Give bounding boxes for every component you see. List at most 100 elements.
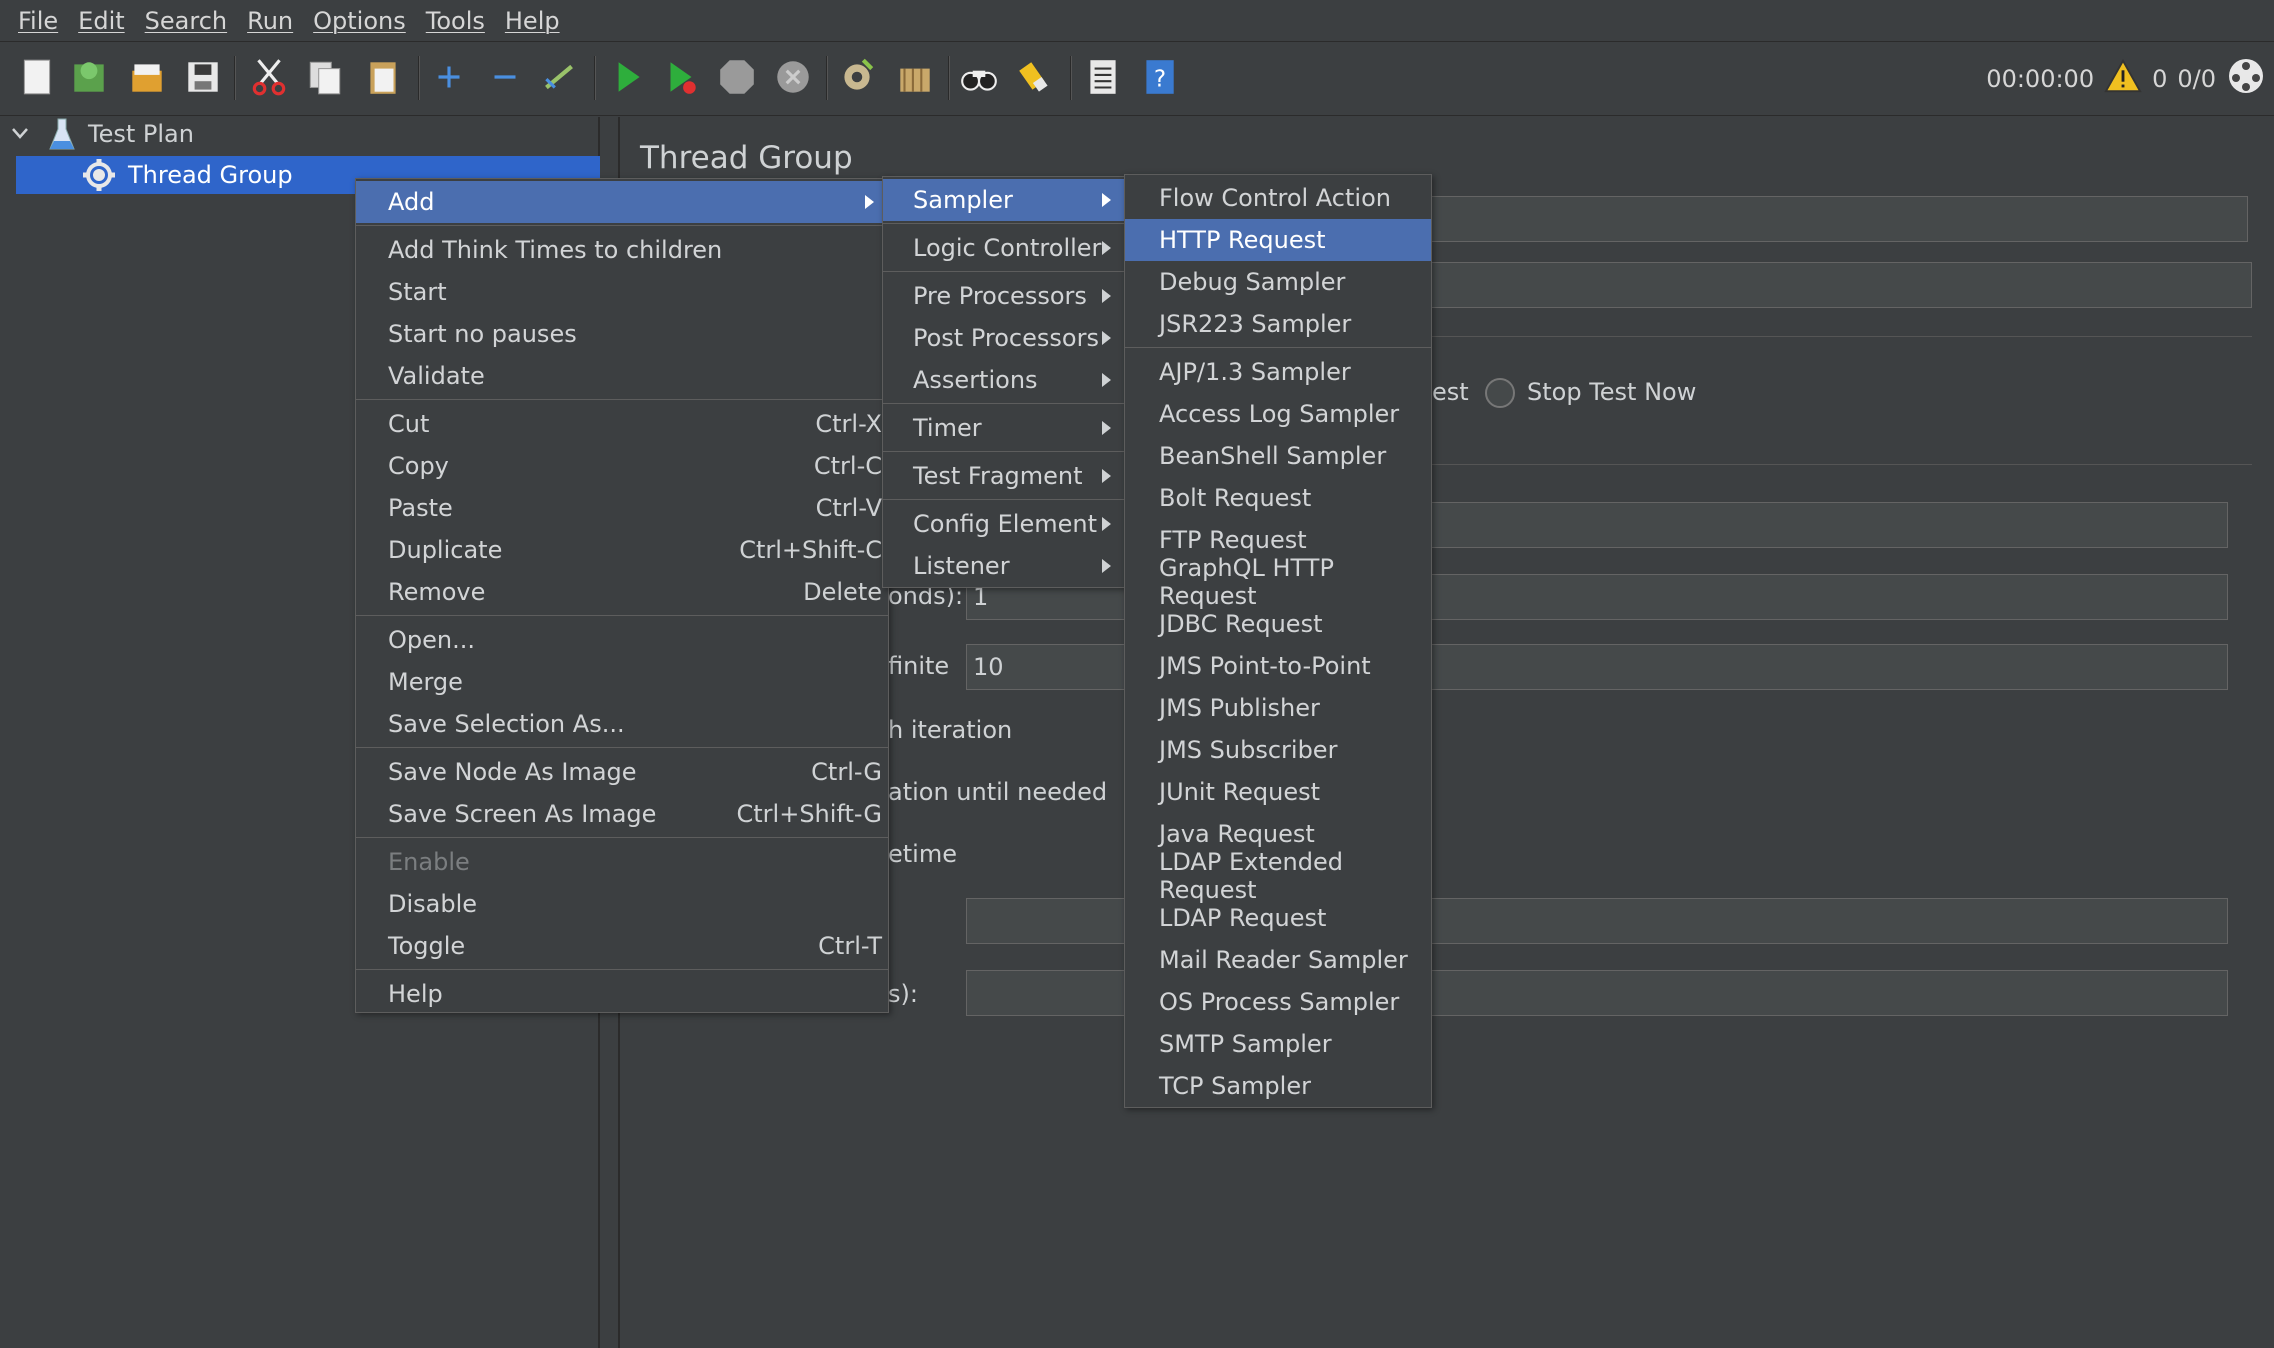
- menu-edit[interactable]: Edit: [68, 7, 134, 35]
- menu-item-toggle[interactable]: Toggle Ctrl-T: [356, 925, 888, 967]
- menu-item-sampler[interactable]: Sampler: [883, 179, 1125, 221]
- menu-item-ldap-request[interactable]: LDAP Request: [1125, 897, 1431, 939]
- comments-field[interactable]: [1400, 262, 2252, 308]
- menu-item-listener[interactable]: Listener: [883, 545, 1125, 587]
- add-submenu: Sampler Logic Controller Pre Processors …: [882, 176, 1126, 588]
- new-icon[interactable]: [14, 54, 60, 100]
- chevron-right-icon: [1102, 373, 1111, 387]
- gear-icon: [82, 158, 116, 198]
- menu-item-mail-reader-sampler[interactable]: Mail Reader Sampler: [1125, 939, 1431, 981]
- clear-all-icon[interactable]: [892, 54, 938, 100]
- clear-icon[interactable]: [834, 54, 880, 100]
- function-helper-icon[interactable]: [1080, 54, 1126, 100]
- menu-item-jms-subscriber[interactable]: JMS Subscriber: [1125, 729, 1431, 771]
- menu-help[interactable]: Help: [495, 7, 570, 35]
- menu-item-smtp-sampler[interactable]: SMTP Sampler: [1125, 1023, 1431, 1065]
- menu-item-junit-request[interactable]: JUnit Request: [1125, 771, 1431, 813]
- menu-item-save-selection[interactable]: Save Selection As...: [356, 703, 888, 745]
- chevron-right-icon: [1102, 193, 1111, 207]
- status-area: 00:00:00 0 0/0: [1986, 56, 2274, 102]
- menu-item-jms-publisher[interactable]: JMS Publisher: [1125, 687, 1431, 729]
- menu-item-os-process-sampler[interactable]: OS Process Sampler: [1125, 981, 1431, 1023]
- menu-item-save-node-image[interactable]: Save Node As Image Ctrl-G: [356, 751, 888, 793]
- remote-icon[interactable]: [2226, 56, 2266, 102]
- chevron-down-icon[interactable]: [10, 121, 30, 149]
- shutdown-icon[interactable]: [770, 54, 816, 100]
- menu-item-validate[interactable]: Validate: [356, 355, 888, 397]
- reset-search-icon[interactable]: [1012, 54, 1058, 100]
- templates-icon[interactable]: [66, 54, 112, 100]
- warning-count: 0: [2152, 65, 2168, 93]
- cut-icon[interactable]: [246, 54, 292, 100]
- menu-item-http-request[interactable]: HTTP Request: [1125, 219, 1431, 261]
- menu-item-ldap-extended-request[interactable]: LDAP Extended Request: [1125, 848, 1431, 904]
- menu-item-paste[interactable]: Paste Ctrl-V: [356, 487, 888, 529]
- lifetime-label-partial: etime: [888, 840, 957, 868]
- name-field[interactable]: [1400, 196, 2248, 242]
- menubar: File Edit Search Run Options Tools Help: [0, 0, 2274, 42]
- menu-item-enable: Enable: [388, 848, 470, 876]
- menu-item-pre-processors[interactable]: Pre Processors: [883, 275, 1125, 317]
- chevron-right-icon: [1102, 289, 1111, 303]
- menu-item-beanshell-sampler[interactable]: BeanShell Sampler: [1125, 435, 1431, 477]
- threads-field[interactable]: [1400, 502, 2228, 548]
- menu-item-assertions[interactable]: Assertions: [883, 359, 1125, 401]
- copy-icon[interactable]: [302, 54, 348, 100]
- menu-item-timer[interactable]: Timer: [883, 407, 1125, 449]
- menu-item-add[interactable]: Add: [356, 181, 888, 223]
- menu-item-tcp-sampler[interactable]: TCP Sampler: [1125, 1065, 1431, 1107]
- menu-run[interactable]: Run: [237, 7, 303, 35]
- menu-item-post-processors[interactable]: Post Processors: [883, 317, 1125, 359]
- menu-item-merge[interactable]: Merge: [356, 661, 888, 703]
- menu-item-jsr223-sampler[interactable]: JSR223 Sampler: [1125, 303, 1431, 345]
- menu-item-copy[interactable]: Copy Ctrl-C: [356, 445, 888, 487]
- save-icon[interactable]: [180, 54, 226, 100]
- collapse-all-icon[interactable]: [482, 54, 528, 100]
- menu-tools[interactable]: Tools: [416, 7, 495, 35]
- menu-item-start-no-pauses[interactable]: Start no pauses: [356, 313, 888, 355]
- flask-icon: [48, 117, 76, 157]
- menu-item-config-element[interactable]: Config Element: [883, 503, 1125, 545]
- warning-icon[interactable]: [2104, 58, 2142, 100]
- search-icon[interactable]: [956, 54, 1002, 100]
- menu-item-help[interactable]: Help: [356, 973, 888, 1015]
- start-no-pauses-icon[interactable]: [658, 54, 704, 100]
- active-threads: 0/0: [2177, 65, 2216, 93]
- stop-test-now-radio[interactable]: [1485, 378, 1515, 408]
- radio-label-partial: est: [1432, 378, 1469, 406]
- menu-item-open[interactable]: Open...: [356, 619, 888, 661]
- svg-text:?: ?: [1154, 66, 1166, 92]
- menu-item-cut[interactable]: Cut Ctrl-X: [356, 403, 888, 445]
- menu-item-disable[interactable]: Disable: [356, 883, 888, 925]
- menu-item-flow-control-action[interactable]: Flow Control Action: [1125, 177, 1431, 219]
- tree-label-thread-group: Thread Group: [128, 161, 293, 189]
- menu-item-test-fragment[interactable]: Test Fragment: [883, 455, 1125, 497]
- menu-item-logic-controller[interactable]: Logic Controller: [883, 227, 1125, 269]
- menu-search[interactable]: Search: [135, 7, 237, 35]
- paste-icon[interactable]: [360, 54, 406, 100]
- expand-all-icon[interactable]: [426, 54, 472, 100]
- each-iteration-label-partial: h iteration: [888, 716, 1013, 744]
- sampler-submenu: Flow Control Action HTTP Request Debug S…: [1124, 174, 1432, 1108]
- menu-item-remove[interactable]: Remove Delete: [356, 571, 888, 613]
- menu-item-save-screen-image[interactable]: Save Screen As Image Ctrl+Shift-G: [356, 793, 888, 835]
- stop-icon[interactable]: [714, 54, 760, 100]
- start-icon[interactable]: [604, 54, 650, 100]
- menu-item-bolt-request[interactable]: Bolt Request: [1125, 477, 1431, 519]
- toggle-icon[interactable]: [536, 54, 582, 100]
- menu-item-jdbc-request[interactable]: JDBC Request: [1125, 603, 1431, 645]
- menu-item-duplicate[interactable]: Duplicate Ctrl+Shift-C: [356, 529, 888, 571]
- menu-item-ajp-sampler[interactable]: AJP/1.3 Sampler: [1125, 351, 1431, 393]
- menu-file[interactable]: File: [8, 7, 68, 35]
- menu-item-debug-sampler[interactable]: Debug Sampler: [1125, 261, 1431, 303]
- open-icon[interactable]: [124, 54, 170, 100]
- menu-item-add-think-times[interactable]: Add Think Times to children: [356, 229, 888, 271]
- menu-item-access-log-sampler[interactable]: Access Log Sampler: [1125, 393, 1431, 435]
- tree-node-test-plan[interactable]: Test Plan: [0, 115, 600, 153]
- infinite-label-partial: finite: [888, 652, 950, 680]
- menu-item-graphql-http-request[interactable]: GraphQL HTTP Request: [1125, 554, 1431, 610]
- menu-item-jms-point-to-point[interactable]: JMS Point-to-Point: [1125, 645, 1431, 687]
- menu-options[interactable]: Options: [303, 7, 416, 35]
- menu-item-start[interactable]: Start: [356, 271, 888, 313]
- help-icon[interactable]: ?: [1136, 54, 1182, 100]
